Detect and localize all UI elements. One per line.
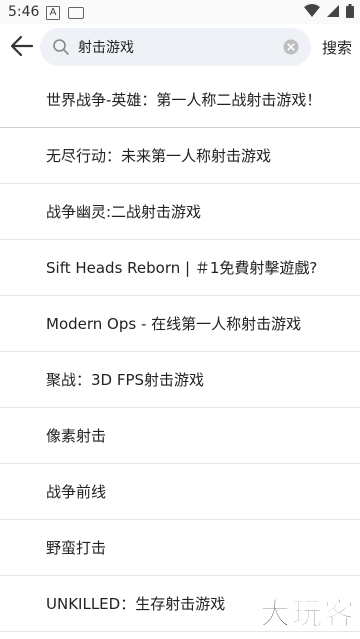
- suggestion-text: 聚战：3D FPS射击游戏: [46, 371, 205, 389]
- watermark: 大玩客: [260, 597, 356, 633]
- suggestion-list: 世界战争-英雄：第一人称二战射击游戏！ 无尽行动：未来第一人称射击游戏 战争幽灵…: [0, 72, 360, 632]
- clear-search-icon[interactable]: [283, 39, 299, 55]
- notification-a-icon: A: [46, 6, 60, 20]
- suggestion-text: 战争前线: [46, 483, 107, 501]
- suggestion-text: Sift Heads Reborn | ＃1免費射擊遊戲?: [46, 259, 318, 277]
- wifi-icon: [304, 4, 320, 17]
- status-bar: 5:46 A: [0, 0, 360, 24]
- suggestion-text: Modern Ops - 在线第一人称射击游戏: [46, 315, 302, 333]
- suggestion-text: 像素射击: [46, 427, 107, 445]
- search-box[interactable]: [40, 28, 311, 66]
- suggestion-item[interactable]: 世界战争-英雄：第一人称二战射击游戏！: [0, 72, 360, 128]
- suggestion-item[interactable]: 聚战：3D FPS射击游戏: [0, 352, 360, 408]
- suggestion-item[interactable]: Sift Heads Reborn | ＃1免費射擊遊戲?: [0, 240, 360, 296]
- suggestion-item[interactable]: 像素射击: [0, 408, 360, 464]
- search-button[interactable]: 搜索: [322, 37, 352, 58]
- system-icons: [304, 4, 354, 18]
- keyboard-icon: [68, 7, 84, 19]
- search-input[interactable]: [78, 28, 283, 66]
- suggestion-item[interactable]: 野蛮打击: [0, 520, 360, 576]
- battery-icon: [346, 4, 354, 18]
- search-header: 搜索: [0, 24, 360, 70]
- search-icon: [53, 39, 69, 55]
- suggestion-text: 战争幽灵:二战射击游戏: [46, 203, 202, 221]
- suggestion-text: 无尽行动：未来第一人称射击游戏: [46, 147, 272, 165]
- suggestion-item[interactable]: 无尽行动：未来第一人称射击游戏: [0, 128, 360, 184]
- arrow-left-icon: [10, 35, 34, 57]
- suggestion-text: 野蛮打击: [46, 539, 107, 557]
- suggestion-text: 世界战争-英雄：第一人称二战射击游戏！: [46, 91, 322, 109]
- suggestion-item[interactable]: 战争幽灵:二战射击游戏: [0, 184, 360, 240]
- status-time: 5:46: [8, 4, 40, 20]
- back-button[interactable]: [6, 30, 38, 62]
- cellular-signal-icon: [327, 5, 339, 17]
- suggestion-item[interactable]: 战争前线: [0, 464, 360, 520]
- notification-icons: A: [46, 6, 84, 20]
- suggestion-item[interactable]: Modern Ops - 在线第一人称射击游戏: [0, 296, 360, 352]
